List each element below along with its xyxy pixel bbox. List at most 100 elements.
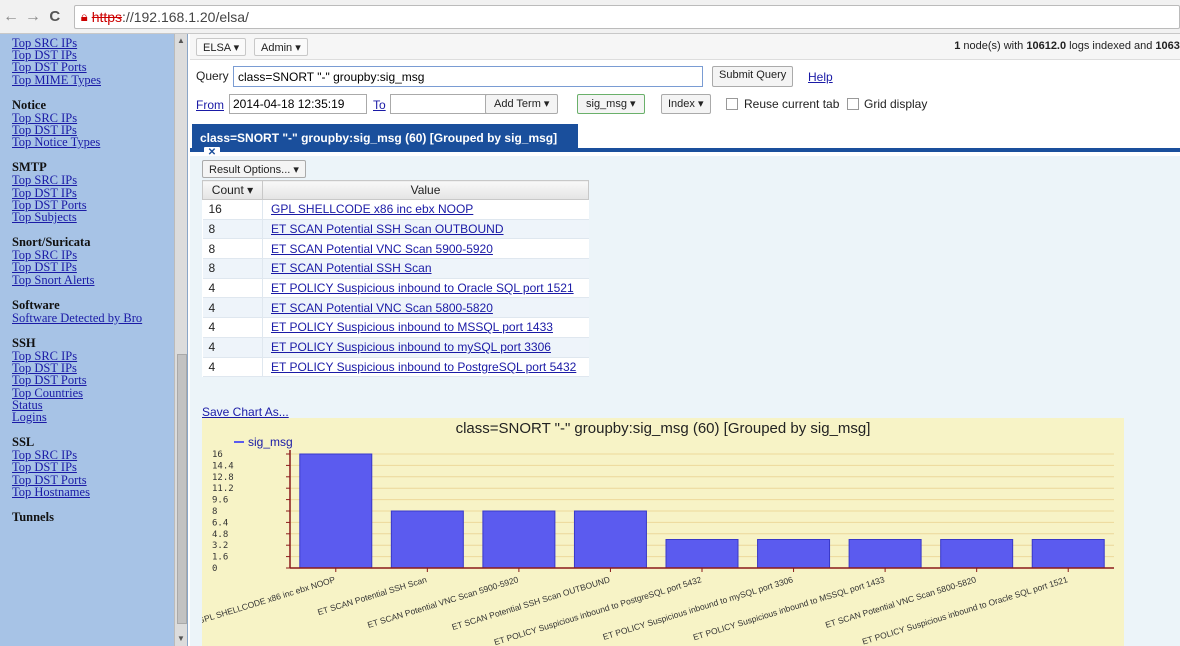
tab-query-result[interactable]: class=SNORT "-" groupby:sig_msg (60) [Gr… — [192, 124, 578, 159]
sidebar-link[interactable]: Top DST IPs — [12, 461, 187, 474]
bar — [940, 539, 1014, 569]
value-cell: GPL SHELLCODE x86 inc ebx NOOP — [262, 199, 589, 220]
back-arrow-icon[interactable]: ← — [0, 8, 22, 26]
y-tick-label: 6.4 — [212, 518, 228, 528]
y-tick-label: 12.8 — [212, 473, 234, 483]
results-panel: Result Options... ▾ Count ▾ Value 16 GPL … — [190, 156, 1180, 646]
y-tick-label: 11.2 — [212, 484, 234, 494]
sidebar-section-title: Software — [12, 297, 60, 312]
table-row: 8 ET SCAN Potential SSH Scan OUTBOUND — [202, 219, 589, 240]
count-cell: 4 — [202, 337, 263, 358]
sidebar-link[interactable]: Top Notice Types — [12, 136, 187, 149]
time-filter-row: From To Add Term ▾ sig_msg ▾ Index ▾ Reu… — [190, 94, 1180, 116]
submit-query-button[interactable]: Submit Query — [712, 66, 794, 87]
value-column-header: Value — [262, 180, 589, 200]
sidebar-link[interactable]: Top Snort Alerts — [12, 273, 187, 286]
sidebar-links: Top SRC IPs Top DST IPs Top DST Ports Top M… — [0, 34, 187, 524]
admin-menu-button[interactable]: Admin ▾ — [254, 38, 308, 56]
table-row: 4 ET POLICY Suspicious inbound to Oracle … — [202, 278, 589, 299]
address-bar[interactable]: 🔒︎ https://192.168.1.20/elsa/ — [73, 4, 1180, 29]
results-rows: 16 GPL SHELLCODE x86 inc ebx NOOP 8 ET SCAN… — [202, 199, 589, 378]
value-cell: ET POLICY Suspicious inbound to MSSQL po… — [262, 317, 589, 338]
table-row: 4 ET POLICY Suspicious inbound to Postgre… — [202, 357, 589, 378]
value-cell: ET POLICY Suspicious inbound to Oracle S… — [262, 278, 589, 299]
value-cell: ET SCAN Potential VNC Scan 5800-5820 — [262, 297, 589, 319]
signature-link[interactable]: ET POLICY Suspicious inbound to MSSQL po… — [271, 320, 553, 334]
bar — [757, 539, 831, 569]
y-tick-label: 1.6 — [212, 553, 228, 563]
add-term-button[interactable]: Add Term ▾ — [485, 94, 559, 114]
value-cell: ET SCAN Potential SSH Scan OUTBOUND — [262, 219, 589, 240]
bar — [482, 510, 556, 569]
logs-indexed-count: 10612.0 — [1026, 40, 1067, 52]
scroll-up-icon[interactable]: ▲ — [177, 36, 185, 45]
x-tick-label: ET SCAN Potential VNC Scan 5900-5920 — [366, 574, 519, 630]
sidebar-link[interactable]: Top Hostnames — [12, 486, 187, 499]
grid-display-label: Grid display — [864, 97, 928, 111]
result-tabs: class=SNORT "-" groupby:sig_msg (60) [Gr… — [190, 122, 1180, 159]
bar — [390, 510, 464, 569]
value-cell: ET POLICY Suspicious inbound to mySQL po… — [262, 337, 589, 358]
bar-chart: class=SNORT "-" groupby:sig_msg (60) [Gr… — [202, 418, 1124, 646]
signature-link[interactable]: ET SCAN Potential VNC Scan 5800-5820 — [271, 301, 493, 315]
forward-arrow-icon[interactable]: → — [22, 8, 44, 26]
sidebar-link[interactable]: Software Detected by Bro — [12, 311, 187, 324]
signature-link[interactable]: GPL SHELLCODE x86 inc ebx NOOP — [271, 202, 473, 216]
y-tick-label: 0 — [212, 564, 217, 574]
legend-label: sig_msg — [248, 435, 293, 449]
table-row: 4 ET POLICY Suspicious inbound to mySQL p… — [202, 337, 589, 358]
signature-link[interactable]: ET SCAN Potential SSH Scan OUTBOUND — [271, 222, 504, 236]
from-link[interactable]: From — [196, 98, 224, 112]
result-options-button[interactable]: Result Options... ▾ — [202, 160, 306, 178]
x-tick-label: ET SCAN Potential VNC Scan 5800-5820 — [824, 574, 977, 630]
sidebar-link[interactable]: Top Subjects — [12, 211, 187, 224]
signature-link[interactable]: ET SCAN Potential SSH Scan — [271, 261, 432, 275]
save-chart-link[interactable]: Save Chart As... — [202, 405, 289, 419]
query-label: Query — [196, 69, 229, 83]
insecure-lock-icon[interactable]: 🔒︎ — [81, 9, 88, 25]
sidebar-link[interactable]: Top DST IPs — [12, 261, 187, 274]
sidebar-scrollbar[interactable]: ▲ ▼ — [174, 34, 187, 646]
signature-link[interactable]: ET POLICY Suspicious inbound to PostgreS… — [271, 360, 576, 374]
sidebar-link[interactable]: Logins — [12, 411, 187, 424]
x-tick-label: GPL SHELLCODE x86 inc ebx NOOP — [202, 574, 337, 626]
grid-display-checkbox[interactable] — [847, 98, 859, 110]
sidebar-link[interactable]: Top DST Ports — [12, 61, 187, 74]
main-panel: ELSA ▾ Admin ▾ 1 node(s) with 10612.0 lo… — [190, 34, 1180, 646]
count-cell: 16 — [202, 199, 263, 220]
to-date-input[interactable] — [390, 94, 496, 114]
count-cell: 8 — [202, 258, 263, 279]
sidebar-link[interactable]: Top DST IPs — [12, 186, 187, 199]
count-column-header[interactable]: Count ▾ — [202, 180, 263, 200]
from-date-input[interactable] — [229, 94, 367, 114]
y-tick-label: 3.2 — [212, 541, 228, 551]
sidebar-link[interactable]: Top DST Ports — [12, 374, 187, 387]
signature-link[interactable]: ET POLICY Suspicious inbound to Oracle S… — [271, 281, 574, 295]
scrollbar-thumb[interactable] — [177, 354, 187, 624]
count-cell: 8 — [202, 238, 263, 260]
query-input[interactable] — [233, 66, 703, 87]
table-row: 8 ET SCAN Potential SSH Scan — [202, 258, 589, 279]
sidebar-link[interactable]: Top MIME Types — [12, 73, 187, 86]
reuse-tab-label: Reuse current tab — [744, 97, 840, 111]
signature-link[interactable]: ET SCAN Potential VNC Scan 5900-5920 — [271, 242, 493, 256]
value-cell: ET SCAN Potential SSH Scan — [262, 258, 589, 279]
help-link[interactable]: Help — [808, 70, 833, 84]
query-row: Query Submit Query Help — [190, 66, 1180, 88]
bar — [299, 453, 373, 569]
reload-icon[interactable]: C — [44, 8, 66, 25]
sidebar-section-title: Tunnels — [12, 510, 54, 525]
y-tick-label: 4.8 — [212, 530, 228, 540]
y-tick-label: 14.4 — [212, 461, 234, 471]
index-button[interactable]: Index ▾ — [661, 94, 711, 114]
elsa-menu-button[interactable]: ELSA ▾ — [196, 38, 247, 56]
reuse-tab-checkbox[interactable] — [726, 98, 738, 110]
signature-link[interactable]: ET POLICY Suspicious inbound to mySQL po… — [271, 340, 551, 354]
to-link[interactable]: To — [373, 98, 386, 112]
scroll-down-icon[interactable]: ▼ — [177, 634, 185, 643]
value-cell: ET POLICY Suspicious inbound to PostgreS… — [262, 357, 589, 378]
table-row: 16 GPL SHELLCODE x86 inc ebx NOOP — [202, 199, 589, 220]
stats-text-tail: logs indexed and — [1066, 40, 1156, 52]
sidebar-link[interactable]: Top SRC IPs — [12, 174, 187, 187]
groupby-select[interactable]: sig_msg ▾ — [577, 94, 645, 114]
